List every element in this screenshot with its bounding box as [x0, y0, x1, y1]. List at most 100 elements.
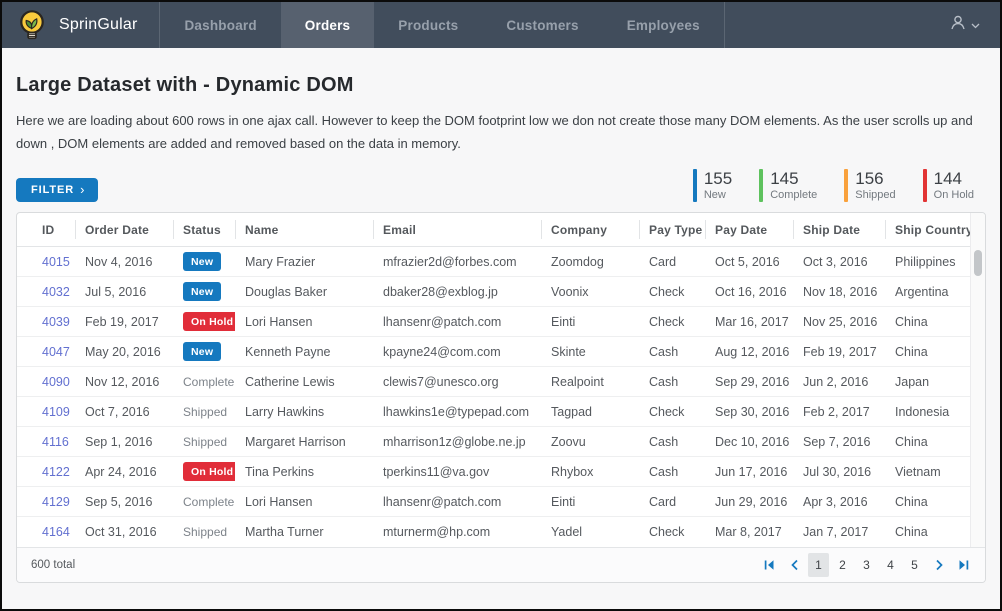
order-id-link[interactable]: 4015 [42, 255, 70, 269]
page-first-button[interactable] [758, 553, 780, 577]
cell-name: Kenneth Payne [235, 337, 373, 367]
vertical-scrollbar[interactable] [970, 213, 985, 547]
cell-name: Martha Turner [235, 517, 373, 547]
cell-id: 4039 [17, 307, 75, 337]
top-nav-bar: SprinGular DashboardOrdersProductsCustom… [2, 2, 1000, 48]
cell-pay-type: Check [639, 307, 705, 337]
cell-name: Tina Perkins [235, 457, 373, 487]
column-header-company: Company [541, 213, 639, 247]
stat-color-bar [759, 169, 763, 202]
cell-ship-country: Argentina [885, 277, 975, 307]
cell-ship-date: Jul 30, 2016 [793, 457, 885, 487]
order-id-link[interactable]: 4090 [42, 375, 70, 389]
table-header-row: IDOrder DateStatusNameEmailCompanyPay Ty… [17, 213, 975, 247]
cell-order-date: Sep 5, 2016 [75, 487, 173, 517]
pagination: 12345 [758, 553, 975, 577]
cell-pay-date: Mar 16, 2017 [705, 307, 793, 337]
cell-pay-type: Check [639, 517, 705, 547]
cell-ship-country: China [885, 337, 975, 367]
cell-ship-country: China [885, 427, 975, 457]
page-number-4[interactable]: 4 [880, 553, 901, 577]
status-badge: On Hold [183, 462, 235, 481]
order-id-link[interactable]: 4116 [42, 435, 69, 449]
page-number-3[interactable]: 3 [856, 553, 877, 577]
page-number-5[interactable]: 5 [904, 553, 925, 577]
table-row: 4039Feb 19, 2017On HoldLori Hansenlhanse… [17, 307, 975, 337]
cell-ship-country: China [885, 307, 975, 337]
table-row: 4090Nov 12, 2016CompleteCatherine Lewisc… [17, 367, 975, 397]
user-menu[interactable] [949, 2, 1000, 48]
column-header-ship-country: Ship Country [885, 213, 975, 247]
scrollbar-thumb[interactable] [974, 250, 982, 276]
filter-button[interactable]: FILTER › [16, 178, 98, 202]
order-id-link[interactable]: 4122 [42, 465, 70, 479]
stat-value: 155 [704, 170, 732, 188]
cell-ship-country: Japan [885, 367, 975, 397]
table-row: 4047 May 20, 2016NewKenneth Paynekpayne24… [17, 337, 975, 367]
cell-id: 4032 [17, 277, 75, 307]
order-id-link[interactable]: 4039 [42, 315, 70, 329]
cell-email: lhawkins1e@typepad.com [373, 397, 541, 427]
cell-email: mharrison1z@globe.ne.jp [373, 427, 541, 457]
order-id-link[interactable]: 4129 [42, 495, 70, 509]
nav-item-dashboard[interactable]: Dashboard [160, 2, 280, 48]
stat-new: 155New [693, 169, 732, 202]
cell-pay-date: Jun 17, 2016 [705, 457, 793, 487]
filter-button-label: FILTER [31, 184, 74, 196]
cell-id: 4164 [17, 517, 75, 547]
cell-company: Yadel [541, 517, 639, 547]
nav-item-orders[interactable]: Orders [281, 2, 374, 48]
page-number-1[interactable]: 1 [808, 553, 829, 577]
order-id-link[interactable]: 4109 [42, 405, 70, 419]
cell-email: kpayne24@com.com [373, 337, 541, 367]
brand[interactable]: SprinGular [2, 2, 159, 48]
cell-pay-type: Cash [639, 367, 705, 397]
cell-ship-date: Nov 18, 2016 [793, 277, 885, 307]
cell-status: New [173, 337, 235, 367]
cell-pay-type: Cash [639, 457, 705, 487]
order-id-link[interactable]: 4032 [42, 285, 70, 299]
stat-value: 156 [855, 170, 895, 188]
stat-label: Shipped [855, 189, 895, 201]
page-prev-button[interactable] [783, 553, 805, 577]
table-row: 4032Jul 5, 2016NewDouglas Bakerdbaker28@… [17, 277, 975, 307]
order-id-link[interactable]: 4164 [42, 525, 70, 539]
order-id-link[interactable]: 4047 [42, 345, 70, 359]
cell-company: Zoovu [541, 427, 639, 457]
table-row: 4116Sep 1, 2016ShippedMargaret Harrisonm… [17, 427, 975, 457]
nav-item-customers[interactable]: Customers [482, 2, 602, 48]
stat-label: New [704, 189, 732, 201]
status-badge: Complete [183, 375, 234, 389]
cell-order-date: Nov 12, 2016 [75, 367, 173, 397]
page-description: Here we are loading about 600 rows in on… [16, 109, 986, 156]
cell-status: On Hold [173, 457, 235, 487]
stat-value: 144 [934, 170, 974, 188]
column-header-id: ID [17, 213, 75, 247]
cell-ship-country: Vietnam [885, 457, 975, 487]
column-header-pay-date: Pay Date [705, 213, 793, 247]
page-next-button[interactable] [928, 553, 950, 577]
page-last-button[interactable] [953, 553, 975, 577]
cell-status: New [173, 247, 235, 277]
orders-table: IDOrder DateStatusNameEmailCompanyPay Ty… [17, 213, 975, 547]
nav-item-employees[interactable]: Employees [603, 2, 724, 48]
status-badge: On Hold [183, 312, 235, 331]
table-scroll-area: IDOrder DateStatusNameEmailCompanyPay Ty… [17, 213, 985, 547]
cell-company: Realpoint [541, 367, 639, 397]
cell-status: Shipped [173, 427, 235, 457]
cell-name: Lori Hansen [235, 487, 373, 517]
nav-item-products[interactable]: Products [374, 2, 482, 48]
column-header-ship-date: Ship Date [793, 213, 885, 247]
cell-pay-date: Oct 5, 2016 [705, 247, 793, 277]
table-row: 4164Oct 31, 2016ShippedMartha Turnermtur… [17, 517, 975, 547]
cell-order-date: Oct 7, 2016 [75, 397, 173, 427]
cell-pay-type: Card [639, 487, 705, 517]
page-title: Large Dataset with - Dynamic DOM [16, 74, 986, 97]
cell-company: Voonix [541, 277, 639, 307]
page-number-2[interactable]: 2 [832, 553, 853, 577]
cell-pay-type: Cash [639, 337, 705, 367]
total-count: 600 total [31, 559, 75, 571]
cell-email: lhansenr@patch.com [373, 307, 541, 337]
cell-company: Einti [541, 307, 639, 337]
cell-order-date: May 20, 2016 [75, 337, 173, 367]
